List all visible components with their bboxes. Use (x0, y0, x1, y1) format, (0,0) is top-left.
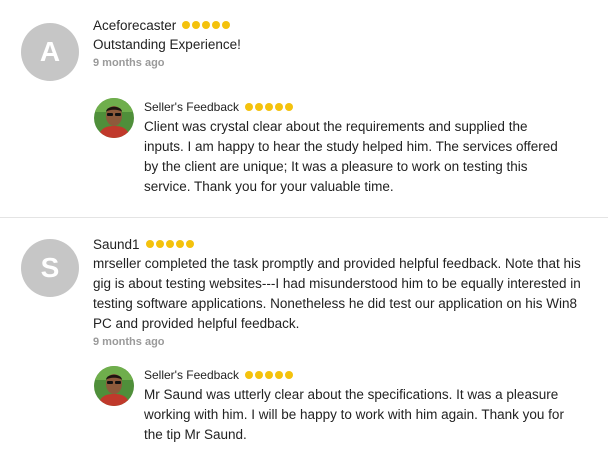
review-body: Aceforecaster Outstanding Experience! 9 … (93, 16, 593, 70)
seller-feedback-text: Mr Saund was utterly clear about the spe… (144, 387, 564, 442)
star-icon (255, 371, 264, 379)
star-icon (255, 103, 264, 111)
star-icon (265, 371, 274, 379)
review-text: mrseller completed the task promptly and… (93, 256, 581, 331)
seller-avatar (94, 366, 134, 406)
star-icon (245, 371, 254, 379)
avatar[interactable]: A (21, 23, 79, 81)
star-icon (275, 103, 284, 111)
review-body: Saund1 mrseller completed the task promp… (93, 235, 593, 349)
star-icon (155, 240, 164, 248)
reviewer-name[interactable]: Saund1 (93, 237, 140, 252)
review-header: Saund1 (93, 235, 593, 253)
review-timestamp: 9 months ago (93, 336, 165, 348)
star-icon (285, 371, 294, 379)
seller-feedback-content: Seller's Feedback Mr Saund was utterly c… (144, 366, 564, 445)
star-icon (145, 240, 154, 248)
star-icon (175, 240, 184, 248)
seller-feedback-text: Client was crystal clear about the requi… (144, 119, 558, 194)
star-icon (165, 240, 174, 248)
star-icon (182, 21, 191, 29)
review-item: S Saund1 mrseller completed the task pro… (0, 219, 608, 466)
review-header: Aceforecaster (93, 16, 593, 34)
review-item: A Aceforecaster Outstanding Experience! … (0, 0, 608, 218)
seller-feedback-content: Seller's Feedback Client was crystal cle… (144, 98, 564, 197)
star-rating (245, 371, 294, 379)
star-icon (212, 21, 221, 29)
star-icon (265, 103, 274, 111)
seller-avatar (94, 98, 134, 138)
star-icon (192, 21, 201, 29)
seller-feedback-title: Seller's Feedback (144, 100, 240, 114)
star-icon (275, 371, 284, 379)
star-rating (145, 240, 194, 248)
seller-feedback-header: Seller's Feedback (144, 366, 564, 384)
star-icon (202, 21, 211, 29)
star-icon (185, 240, 194, 248)
review-timestamp: 9 months ago (93, 57, 165, 69)
star-icon (222, 21, 231, 29)
seller-feedback-header: Seller's Feedback (144, 98, 564, 116)
star-icon (285, 103, 294, 111)
star-icon (245, 103, 254, 111)
reviewer-name[interactable]: Aceforecaster (93, 18, 176, 33)
reviews-list: A Aceforecaster Outstanding Experience! … (0, 0, 608, 466)
star-rating (182, 21, 231, 29)
star-rating (245, 103, 294, 111)
seller-feedback-title: Seller's Feedback (144, 368, 240, 382)
review-text: Outstanding Experience! (93, 37, 241, 52)
avatar[interactable]: S (21, 239, 79, 297)
